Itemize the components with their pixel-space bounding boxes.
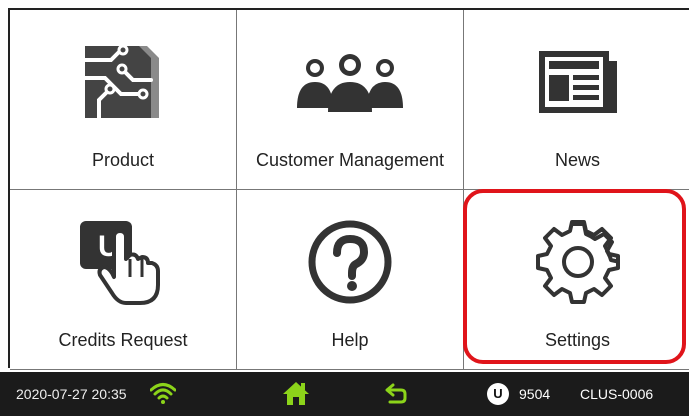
main-menu-screen: Product Customer Management News U Credi…: [0, 0, 689, 416]
credits-request-tile[interactable]: U Credits Request: [10, 190, 237, 370]
tile-label-help: Help: [331, 330, 369, 350]
question-circle-icon: [237, 218, 463, 306]
product-tile[interactable]: Product: [10, 10, 237, 190]
customer-management-tile[interactable]: Customer Management: [237, 10, 464, 190]
newspaper-icon: [464, 38, 689, 126]
help-tile[interactable]: Help: [237, 190, 464, 370]
tile-label-news: News: [554, 150, 600, 170]
wifi-icon: [149, 382, 177, 407]
home-icon[interactable]: [282, 380, 310, 409]
credits-count: 9504: [519, 386, 551, 402]
back-icon[interactable]: [384, 381, 408, 408]
tile-label-customer-management: Customer Management: [255, 150, 445, 170]
status-datetime: 2020-07-27 20:35: [16, 386, 127, 402]
credits-badge-icon: U: [487, 383, 509, 405]
people-group-icon: [237, 38, 463, 126]
tile-label-credits-request: Credits Request: [58, 330, 188, 350]
menu-grid: Product Customer Management News U Credi…: [8, 8, 689, 370]
news-tile[interactable]: News: [464, 10, 689, 190]
gear-icon: [464, 218, 689, 306]
circuit-board-icon: [10, 38, 236, 126]
device-id: CLUS-0006: [580, 386, 654, 402]
settings-tile[interactable]: Settings: [464, 190, 689, 370]
tile-label-settings: Settings: [544, 330, 611, 350]
credits-hand-icon: U: [10, 218, 236, 306]
tile-label-product: Product: [91, 150, 155, 170]
status-bar: 2020-07-27 20:35 U 9504 CLUS-0006: [0, 372, 689, 416]
